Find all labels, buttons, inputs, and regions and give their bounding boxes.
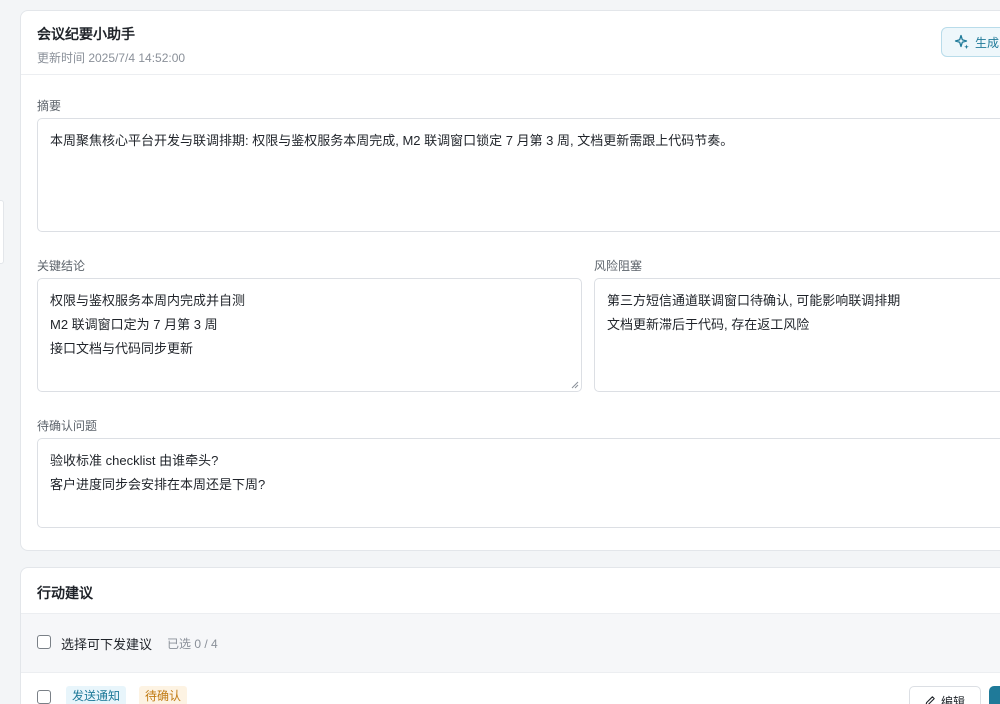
pencil-icon	[925, 696, 935, 704]
action-type-tag: 发送通知	[66, 686, 127, 704]
summary-textarea[interactable]: 本周聚焦核心平台开发与联调排期: 权限与鉴权服务本周完成, M2 联调窗口锁定 …	[37, 118, 1000, 232]
actions-card: 行动建议 选择可下发建议 已选 0 / 4 发送通知 待确认 编辑	[20, 567, 1000, 704]
actions-title: 行动建议	[37, 585, 93, 601]
resize-handle-icon[interactable]	[571, 381, 579, 389]
edit-label: 编辑	[941, 694, 966, 704]
conclusion-line: M2 联调窗口定为 7 月第 3 周	[50, 317, 218, 332]
generate-label: 生成	[975, 35, 1000, 50]
select-all-bar: 选择可下发建议 已选 0 / 4	[21, 613, 1000, 673]
question-line: 验收标准 checklist 由谁牵头?	[50, 453, 219, 468]
risks-label: 风险阻塞	[594, 259, 643, 273]
header-divider	[21, 74, 1000, 75]
generate-button[interactable]: 生成	[941, 27, 1000, 57]
question-line: 客户进度同步会安排在本周还是下周?	[50, 477, 266, 492]
select-all-label: 选择可下发建议	[61, 637, 153, 652]
action-primary-button[interactable]	[989, 686, 1000, 704]
updated-time: 更新时间 2025/7/4 14:52:00	[37, 51, 186, 65]
conclusions-textarea[interactable]: 权限与鉴权服务本周内完成并自测 M2 联调窗口定为 7 月第 3 周 接口文档与…	[37, 278, 582, 392]
risks-textarea[interactable]: 第三方短信通道联调窗口待确认, 可能影响联调排期 文档更新滞后于代码, 存在返工…	[594, 278, 1000, 392]
summary-text: 本周聚焦核心平台开发与联调排期: 权限与鉴权服务本周完成, M2 联调窗口锁定 …	[50, 133, 734, 148]
page: 会议纪要小助手 更新时间 2025/7/4 14:52:00 生成 摘要 本周聚…	[0, 0, 1000, 704]
questions-label: 待确认问题	[37, 419, 98, 433]
action-status-tag: 待确认	[139, 686, 188, 704]
edit-button[interactable]: 编辑	[909, 686, 981, 704]
questions-textarea[interactable]: 验收标准 checklist 由谁牵头? 客户进度同步会安排在本周还是下周?	[37, 438, 1000, 528]
conclusion-line: 接口文档与代码同步更新	[50, 341, 194, 356]
assistant-title: 会议纪要小助手	[37, 26, 135, 42]
left-panel-edge	[0, 200, 4, 264]
card-header: 会议纪要小助手 更新时间 2025/7/4 14:52:00	[37, 24, 185, 66]
summary-label: 摘要	[37, 99, 62, 113]
sparkle-icon	[954, 34, 969, 50]
minutes-card: 会议纪要小助手 更新时间 2025/7/4 14:52:00 生成 摘要 本周聚…	[20, 10, 1000, 551]
select-all-checkbox[interactable]	[37, 635, 51, 649]
risk-line: 文档更新滞后于代码, 存在返工风险	[607, 317, 810, 332]
conclusions-label: 关键结论	[37, 259, 86, 273]
selected-count: 已选 0 / 4	[167, 637, 218, 651]
conclusion-line: 权限与鉴权服务本周内完成并自测	[50, 293, 246, 308]
risk-line: 第三方短信通道联调窗口待确认, 可能影响联调排期	[607, 293, 901, 308]
action-item-checkbox[interactable]	[37, 690, 51, 704]
